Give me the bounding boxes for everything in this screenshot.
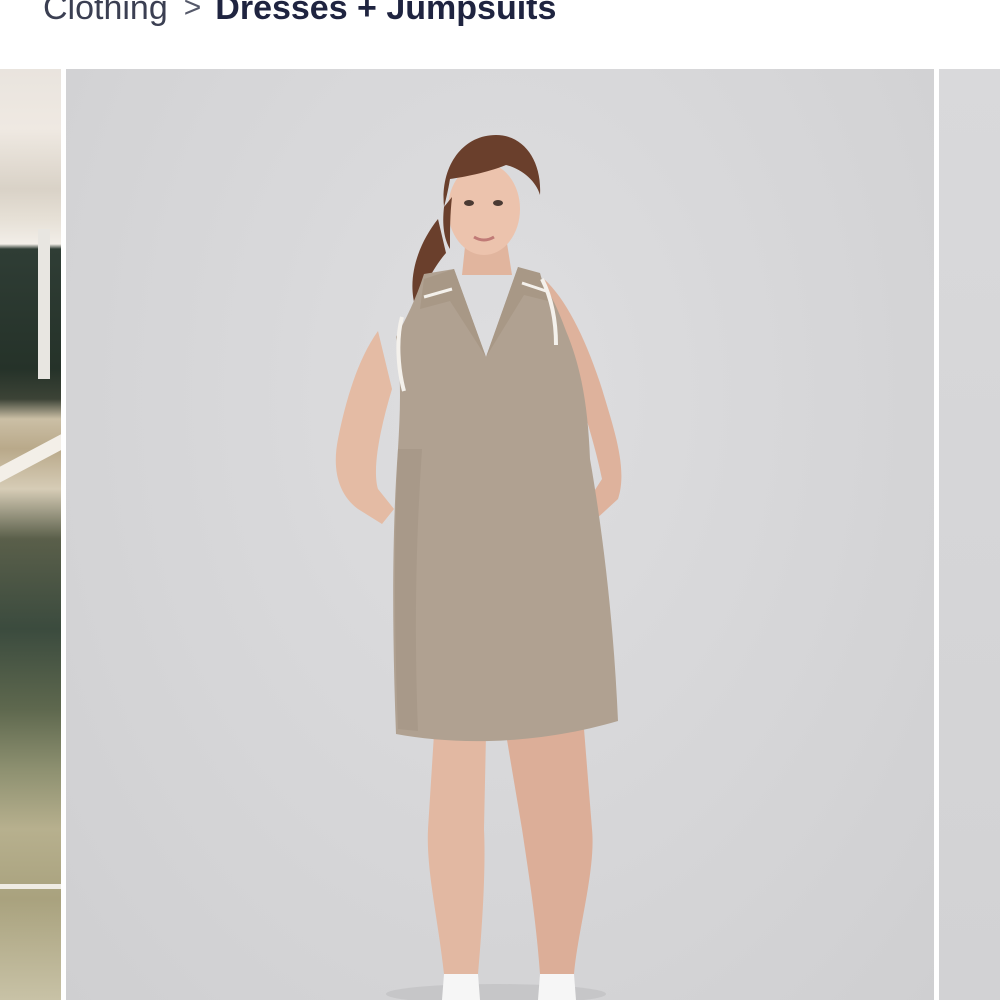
left-eye [464,200,474,206]
dress [393,267,618,742]
left-leg [427,734,486,974]
tennis-net-post [38,229,50,379]
breadcrumb: Clothing > Dresses + Jumpsuits [43,0,556,30]
product-page: Clothing > Dresses + Jumpsuits [0,0,1000,1000]
right-leg [506,729,593,974]
model-photo [335,135,622,1000]
right-sock [538,974,576,1000]
breadcrumb-link-clothing[interactable]: Clothing [43,0,168,30]
main-product-image[interactable] [66,69,934,1000]
court-line [0,884,61,889]
product-image-carousel[interactable] [0,69,1000,1000]
left-arm [335,331,394,524]
chevron-right-icon: > [183,0,202,24]
left-sock [442,974,480,1000]
right-eye [493,200,503,206]
next-product-image[interactable] [939,69,1000,1000]
previous-product-image[interactable] [0,69,61,1000]
breadcrumb-current-page: Dresses + Jumpsuits [215,0,557,27]
tennis-net-band [0,428,61,484]
